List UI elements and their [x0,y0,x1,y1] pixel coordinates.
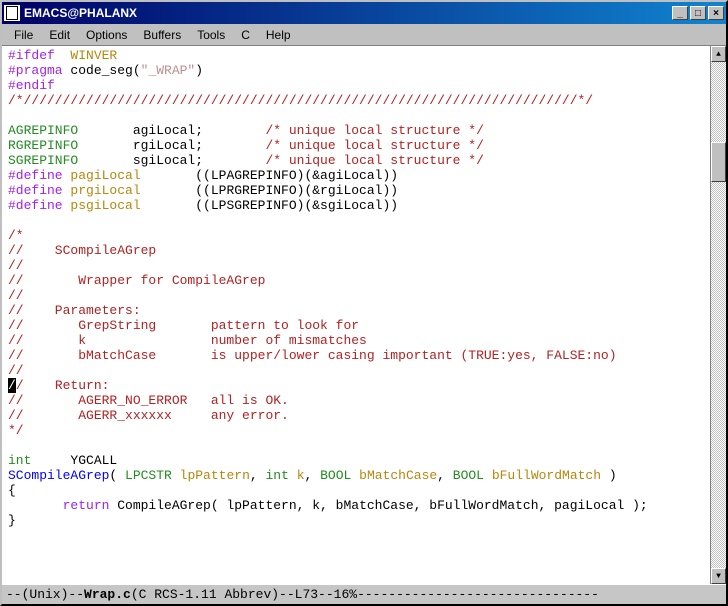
vertical-scrollbar[interactable]: ▲ ▼ [710,46,726,584]
mode-line: --(Unix)-- Wrap.c (C RCS-1.11 Abbrev)--L… [2,584,726,604]
code-token: ((LPSGREPINFO)(&sgiLocal)) [141,198,398,213]
code-token: , [305,468,321,483]
code-token: // [8,258,24,273]
code-token: /* unique local structure */ [265,123,483,138]
cursor: / [8,378,16,393]
minimize-button[interactable]: _ [672,6,688,20]
code-token: #define [8,183,63,198]
code-token: /* unique local structure */ [265,153,483,168]
code-token: SCompileAGrep [8,468,109,483]
code-token: int [8,453,31,468]
code-token: / Return: [16,378,110,393]
code-token: , [250,468,266,483]
status-right: (C RCS-1.11 Abbrev)--L73--16%-----------… [131,587,599,602]
code-token: { [8,483,16,498]
code-token: agiLocal; [78,123,265,138]
menubar: File Edit Options Buffers Tools C Help [2,24,726,46]
code-token: // k number of mismatches [8,333,367,348]
status-left: --(Unix)-- [6,587,84,602]
menu-help[interactable]: Help [258,26,299,44]
code-token [351,468,359,483]
code-token [289,468,297,483]
code-token: // [8,363,24,378]
code-token: ( [109,468,125,483]
editor-area: #ifdef WINVER #pragma code_seg("_WRAP") … [2,46,726,584]
menu-tools[interactable]: Tools [189,26,233,44]
window-title: EMACS@PHALANX [24,6,672,20]
code-token: ) [195,63,203,78]
code-token: , [437,468,453,483]
code-token: /*//////////////////////////////////////… [8,93,593,108]
code-token: k [297,468,305,483]
code-token: lpPattern [180,468,250,483]
code-token: // SCompileAGrep [8,243,156,258]
buffer-name: Wrap.c [84,587,131,602]
code-token: SGREPINFO [8,153,78,168]
code-token: LPCSTR [125,468,172,483]
code-token: AGREPINFO [8,123,78,138]
menu-buffers[interactable]: Buffers [135,26,189,44]
code-token: BOOL [453,468,484,483]
code-token: ) [601,468,617,483]
code-token: bMatchCase [359,468,437,483]
code-token: #ifdef [8,48,55,63]
menu-file[interactable]: File [6,26,41,44]
code-token: code_seg( [63,63,141,78]
code-token: /* unique local structure */ [265,138,483,153]
code-token: // AGERR_NO_ERROR all is OK. [8,393,289,408]
code-token: int [265,468,288,483]
code-token: YGCALL [31,453,117,468]
code-token: bFullWordMatch [492,468,601,483]
code-token: BOOL [320,468,351,483]
code-token: return [63,498,110,513]
window-controls: _ □ × [672,6,724,20]
code-editor[interactable]: #ifdef WINVER #pragma code_seg("_WRAP") … [2,46,710,584]
code-token: sgiLocal; [78,153,265,168]
scroll-track[interactable] [711,62,726,568]
code-token: psgiLocal [63,198,141,213]
code-token: // Parameters: [8,303,141,318]
code-token: // Wrapper for CompileAGrep [8,273,265,288]
code-token: pagiLocal [63,168,141,183]
menu-options[interactable]: Options [78,26,135,44]
code-token: } [8,513,16,528]
titlebar: EMACS@PHALANX _ □ × [2,2,726,24]
menu-c[interactable]: C [233,26,258,44]
code-token: /* [8,228,24,243]
maximize-button[interactable]: □ [690,6,706,20]
code-token: ((LPRGREPINFO)(&rgiLocal)) [141,183,398,198]
scroll-thumb[interactable] [711,142,726,182]
code-token: rgiLocal; [78,138,265,153]
code-token: */ [8,423,24,438]
code-token: ((LPAGREPINFO)(&agiLocal)) [141,168,398,183]
scroll-down-button[interactable]: ▼ [711,568,726,584]
code-token: "_WRAP" [141,63,196,78]
code-token: // AGERR_xxxxxx any error. [8,408,289,423]
code-token: #define [8,198,63,213]
menu-edit[interactable]: Edit [41,26,78,44]
close-button[interactable]: × [708,6,724,20]
code-token: // GrepString pattern to look for [8,318,359,333]
code-token: #endif [8,78,55,93]
code-token [8,498,63,513]
app-icon [4,5,20,21]
code-token [172,468,180,483]
code-token: CompileAGrep( lpPattern, k, bMatchCase, … [109,498,647,513]
code-token: #pragma [8,63,63,78]
code-token [484,468,492,483]
code-token: // bMatchCase is upper/lower casing impo… [8,348,617,363]
code-token: #define [8,168,63,183]
code-token: RGREPINFO [8,138,78,153]
scroll-up-button[interactable]: ▲ [711,46,726,62]
code-token: // [8,288,24,303]
code-token: WINVER [55,48,117,63]
code-token: prgiLocal [63,183,141,198]
